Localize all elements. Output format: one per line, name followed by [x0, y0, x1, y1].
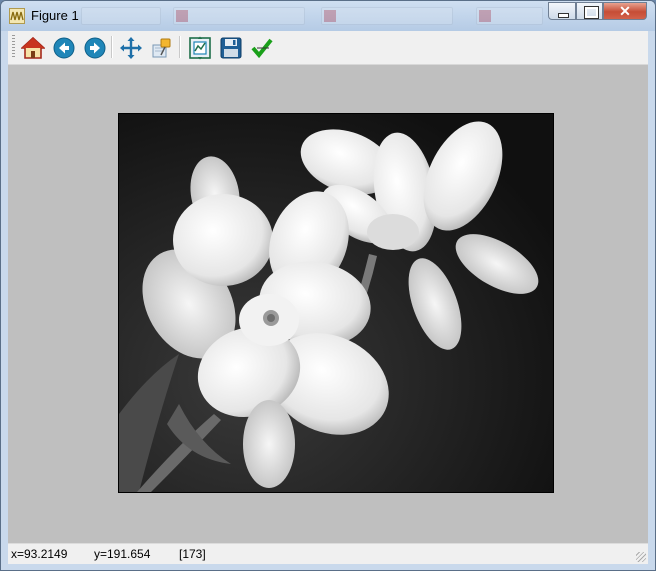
background-taskbar-ghost	[81, 3, 543, 27]
minimize-button[interactable]	[548, 2, 576, 20]
home-icon	[21, 36, 45, 59]
title-bar[interactable]: Figure 1 ✕	[1, 1, 655, 31]
pixel-value-readout: [173]	[179, 547, 206, 561]
ghost-tab	[173, 7, 305, 25]
zoom-button[interactable]	[149, 35, 175, 61]
status-bar: x=93.2149 y=191.654 [173]	[8, 543, 648, 564]
cursor-x-readout: x=93.2149	[11, 547, 68, 561]
ghost-tab	[476, 7, 543, 25]
cursor-y-readout: y=191.654	[94, 547, 151, 561]
toolbar-separator	[111, 36, 113, 58]
ghost-tab	[81, 7, 161, 25]
subplots-button[interactable]	[187, 35, 213, 61]
navigation-toolbar	[8, 31, 648, 65]
toolbar-grip[interactable]	[12, 35, 15, 59]
maximize-button[interactable]	[576, 2, 603, 20]
figure-frame: x=93.2149 y=191.654 [173]	[8, 31, 648, 564]
minimize-icon	[558, 13, 569, 18]
pan-button[interactable]	[118, 35, 144, 61]
home-button[interactable]	[20, 35, 46, 61]
figure-canvas[interactable]	[8, 65, 648, 543]
back-button[interactable]	[51, 35, 77, 61]
back-icon	[53, 37, 75, 59]
save-button[interactable]	[218, 35, 244, 61]
maximize-icon	[584, 6, 599, 19]
forward-icon	[84, 37, 106, 59]
zoom-icon	[152, 38, 171, 58]
close-icon: ✕	[619, 3, 631, 19]
image-axes[interactable]	[118, 113, 554, 493]
jasmine-flower-image	[119, 114, 553, 492]
toolbar-separator	[179, 36, 181, 58]
close-button[interactable]: ✕	[603, 2, 647, 20]
save-icon	[220, 37, 242, 59]
forward-button[interactable]	[82, 35, 108, 61]
figure-window: Figure 1 ✕ x=93.2149 y=191.654 [173]	[0, 0, 656, 571]
window-title: Figure 1	[31, 8, 79, 23]
edit-check-icon	[251, 38, 273, 59]
resize-grip[interactable]	[636, 552, 646, 562]
pan-icon	[120, 37, 142, 59]
ghost-tab	[321, 7, 453, 25]
edit-parameters-button[interactable]	[249, 35, 275, 61]
matplotlib-app-icon	[9, 8, 25, 24]
subplots-icon	[189, 36, 211, 60]
